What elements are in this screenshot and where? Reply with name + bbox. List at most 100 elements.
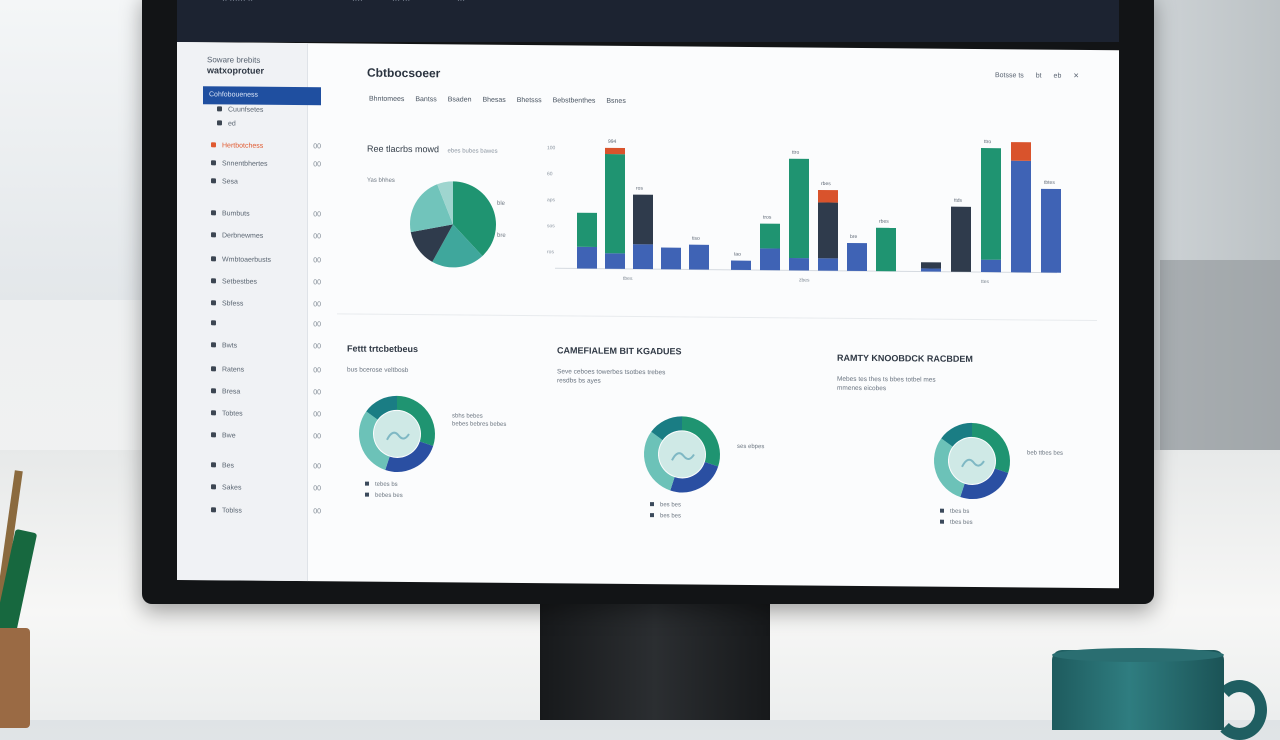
sidebar-item-count: 00: [313, 233, 321, 241]
header-action[interactable]: bt: [1036, 72, 1042, 79]
sidebar-item-icon: [211, 484, 216, 490]
bar-label: bre: [850, 234, 857, 240]
bar-segment: [633, 244, 653, 270]
bar-segment: [789, 257, 809, 271]
bar-segment: [633, 194, 653, 245]
tab[interactable]: Bebstbenthes: [553, 97, 596, 104]
sidebar-item-label: Derbnewmes: [222, 232, 264, 240]
legend-label: tbes bes: [950, 519, 973, 526]
sidebar-item[interactable]: 00: [211, 320, 321, 335]
sidebar-item-count: 00: [313, 321, 321, 329]
tab[interactable]: Bhesas: [482, 97, 505, 104]
background-window: [0, 0, 150, 300]
sidebar-item-active[interactable]: Cohfoboueness: [203, 86, 321, 106]
bar-segment: [921, 262, 941, 269]
sidebar-item[interactable]: Wmbtoaerbusts 00: [211, 256, 321, 271]
dashboard-screen: Soware brebits watxoprotuer Cohfobouenes…: [177, 42, 1119, 589]
sidebar-item[interactable]: Hertbotchess 00: [211, 142, 321, 157]
sidebar-item-icon: [211, 256, 216, 262]
sidebar-item[interactable]: Sesa: [211, 178, 321, 193]
x-tick-label: tbes: [623, 276, 633, 282]
sidebar-item-label: Toblss: [222, 507, 242, 515]
sidebar-item-count: 00: [313, 433, 321, 441]
sidebar-item-label: Sesa: [222, 178, 238, 186]
topbar-item[interactable]: ····: [352, 0, 363, 5]
sidebar-item[interactable]: Snnentbhertes 00: [211, 160, 321, 175]
sidebar-item-icon: [211, 432, 216, 438]
pie-label: bre: [497, 233, 506, 239]
tab[interactable]: Bantss: [415, 96, 436, 103]
donut-chart: [934, 422, 1010, 499]
background-cabinet: [1160, 260, 1280, 470]
sidebar-brand-small: Soware brebits: [207, 55, 261, 65]
bar-label: ttds: [954, 198, 963, 204]
monitor-stand: [540, 600, 770, 720]
sidebar-item-label: Hertbotchess: [222, 142, 264, 150]
sidebar-item[interactable]: Derbnewmes 00: [211, 232, 321, 247]
donut-chart: [359, 395, 435, 472]
bar-segment: [847, 242, 867, 272]
sidebar-item[interactable]: Bwe 00: [211, 432, 321, 447]
mug-rim: [1052, 648, 1224, 662]
header-action[interactable]: eb: [1054, 73, 1062, 80]
sidebar-item[interactable]: ed: [217, 120, 327, 135]
y-tick-label: 60: [547, 171, 553, 177]
sidebar-item[interactable]: Toblss 00: [211, 507, 321, 522]
sidebar-item[interactable]: Sakes 00: [211, 484, 321, 499]
topbar-item[interactable]: ···: [457, 0, 465, 5]
sidebar-item-count: 00: [313, 463, 321, 471]
sidebar-item-icon: [211, 507, 216, 513]
sidebar-header: Soware brebits watxoprotuer: [207, 54, 264, 76]
sidebar-item[interactable]: Bresa 00: [211, 388, 321, 403]
sidebar-item[interactable]: Bwts 00: [211, 342, 321, 357]
header-action[interactable]: Botsse ts: [995, 72, 1024, 79]
pie-chart: Yas bhhes ble bre: [367, 178, 506, 268]
sidebar-item-label: Bumbuts: [222, 210, 250, 218]
sidebar-item-label: Ratens: [222, 366, 245, 374]
sidebar-item-label: Setbestbes: [222, 278, 258, 286]
sidebar-item-icon: [211, 366, 216, 372]
x-tick-label: zbes: [799, 277, 810, 283]
sidebar-item-icon: [211, 342, 216, 348]
sidebar-item-icon: [211, 462, 216, 468]
sidebar-item-label: Tobtes: [222, 410, 243, 418]
sidebar-item[interactable]: Bumbuts 00: [211, 210, 321, 225]
topbar-item[interactable]: ··· ···: [392, 0, 410, 5]
bar-label: ttro: [984, 139, 991, 145]
sidebar-item-count: 00: [313, 508, 321, 516]
topbar-item[interactable]: ·· ······ ··: [222, 0, 253, 5]
y-tick-label: ros: [547, 249, 554, 255]
legend-swatch: [365, 492, 369, 497]
pie-label: ble: [497, 201, 506, 207]
pie-label: Yas bhhes: [367, 178, 395, 184]
close-icon[interactable]: ✕: [1073, 73, 1079, 80]
bar-label: rbes: [879, 219, 889, 225]
sidebar-item-count: 00: [313, 143, 321, 151]
tab[interactable]: Bhntomees: [369, 96, 404, 103]
legend-swatch: [940, 519, 944, 524]
tab[interactable]: Bhetsss: [517, 97, 542, 104]
legend-item: bes bes: [650, 500, 681, 511]
tab[interactable]: Bsnes: [606, 98, 625, 105]
legend-item: tbes bs: [940, 507, 973, 518]
section-subtitle: bus bcerose veltbosb: [347, 366, 409, 375]
sidebar-item[interactable]: Sbfess 00: [211, 300, 321, 315]
sidebar-item[interactable]: Ratens 00: [211, 366, 321, 381]
bar-segment: [605, 154, 625, 254]
sidebar-item-icon: [211, 388, 216, 394]
sidebar-item-icon: [217, 120, 222, 126]
legend-swatch: [650, 513, 654, 518]
section-title: CAMEFIALEM BIT KGADUES: [557, 345, 682, 357]
sidebar-item[interactable]: Cuunfsetes: [217, 106, 327, 121]
sidebar-item[interactable]: Tobtes 00: [211, 410, 321, 425]
donut-legend: bes bes bes bes: [650, 500, 681, 522]
sidebar-item[interactable]: Bes 00: [211, 462, 321, 477]
bar-segment: [760, 248, 780, 271]
sidebar-item-icon: [211, 178, 216, 184]
sidebar-item[interactable]: Setbestbes 00: [211, 278, 321, 293]
legend-label: bes bes: [660, 502, 682, 509]
header-actions: Botsse ts bt eb ✕: [985, 71, 1079, 80]
tab[interactable]: Bsaden: [448, 96, 472, 103]
sidebar-item-label: Sbfess: [222, 300, 244, 308]
donut-callout: beb ttbes bes: [1027, 450, 1064, 457]
